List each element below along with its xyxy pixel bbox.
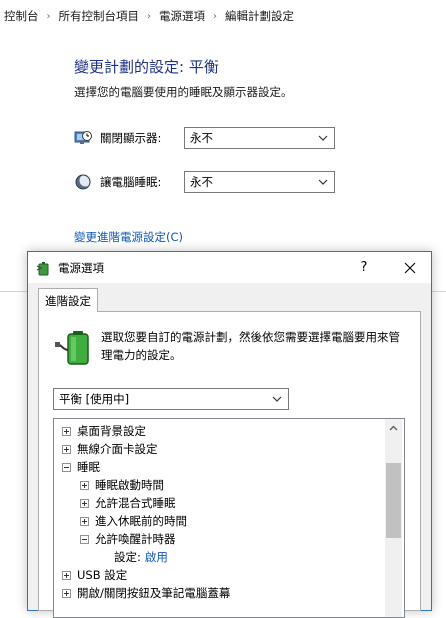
sleep-row: 讓電腦睡眠: 永不 bbox=[74, 171, 335, 193]
expand-plus-icon[interactable] bbox=[62, 570, 71, 580]
page-subtitle: 選擇您的電腦要使用的睡眠及顯示器設定。 bbox=[74, 85, 293, 99]
expand-plus-icon[interactable] bbox=[80, 516, 89, 526]
display-off-value: 永不 bbox=[190, 131, 213, 145]
setting-value-link[interactable]: 啟用 bbox=[145, 549, 168, 565]
expand-plus-icon[interactable] bbox=[62, 444, 71, 454]
advanced-settings-link[interactable]: 變更進階電源設定(C) bbox=[74, 229, 183, 245]
expand-plus-icon[interactable] bbox=[80, 480, 89, 490]
breadcrumb-separator: › bbox=[46, 10, 51, 22]
tree-item-label: 允許混合式睡眠 bbox=[95, 496, 176, 510]
breadcrumb: 控制台 › 所有控制台項目 › 電源選項 › 編輯計劃設定 bbox=[0, 0, 446, 32]
setting-label: 設定: bbox=[114, 550, 141, 564]
breadcrumb-item-control-panel[interactable]: 控制台 bbox=[4, 8, 39, 24]
chevron-down-icon bbox=[318, 135, 328, 141]
tree-item-hybrid-sleep[interactable]: 允許混合式睡眠 bbox=[80, 494, 176, 512]
expand-plus-icon[interactable] bbox=[62, 588, 71, 598]
tree-item-usb[interactable]: USB 設定 bbox=[62, 566, 127, 584]
close-button[interactable] bbox=[390, 252, 430, 283]
chevron-down-icon bbox=[272, 396, 282, 402]
display-off-label: 關閉顯示器: bbox=[100, 131, 162, 145]
scroll-up-button[interactable] bbox=[385, 419, 402, 436]
page-title: 變更計劃的設定: 平衡 bbox=[74, 58, 219, 76]
power-plan-select[interactable]: 平衡 [使用中] bbox=[53, 388, 289, 410]
collapse-minus-icon[interactable] bbox=[62, 462, 71, 472]
breadcrumb-separator: › bbox=[147, 10, 151, 22]
display-off-row: 關閉顯示器: 永不 bbox=[74, 127, 335, 149]
tree-item-label: 桌面背景設定 bbox=[77, 424, 146, 438]
tree-item-wireless[interactable]: 無線介面卡設定 bbox=[62, 440, 158, 458]
tab-advanced-settings[interactable]: 進階設定 bbox=[38, 288, 98, 312]
power-plan-value: 平衡 [使用中] bbox=[59, 392, 130, 406]
tree-item-power-buttons[interactable]: 開啟/關閉按鈕及筆記電腦蓋幕 bbox=[62, 584, 230, 602]
moon-icon bbox=[75, 174, 92, 190]
dialog-description: 選取您要自訂的電源計劃，然後依您需要選擇電腦要用來管理電力的設定。 bbox=[101, 330, 400, 362]
expand-plus-icon[interactable] bbox=[62, 426, 71, 436]
display-clock-icon bbox=[74, 131, 92, 144]
chevron-down-icon bbox=[318, 179, 328, 185]
tree-item-hibernate-after[interactable]: 進入休眠前的時間 bbox=[80, 512, 187, 530]
battery-plug-icon bbox=[36, 261, 49, 275]
dialog-titlebar[interactable]: 電源選項 ? bbox=[28, 252, 431, 283]
breadcrumb-item-all-items[interactable]: 所有控制台項目 bbox=[59, 8, 140, 24]
tree-item-label: 睡眠 bbox=[77, 460, 100, 474]
breadcrumb-item-power-options[interactable]: 電源選項 bbox=[159, 8, 205, 24]
scrollbar-thumb[interactable] bbox=[386, 463, 401, 538]
tree-item-label: 無線介面卡設定 bbox=[77, 442, 158, 456]
advanced-settings-panel: 選取您要自訂的電源計劃，然後依您需要選擇電腦要用來管理電力的設定。 平衡 [使用… bbox=[38, 311, 421, 618]
sleep-label: 讓電腦睡眠: bbox=[100, 175, 162, 189]
tree-item-sleep[interactable]: 睡眠 bbox=[62, 458, 100, 476]
battery-plug-icon bbox=[55, 331, 89, 365]
tree-item-label: 進入休眠前的時間 bbox=[95, 514, 187, 528]
dialog-title: 電源選項 bbox=[58, 260, 104, 275]
tree-item-desktop-background[interactable]: 桌面背景設定 bbox=[62, 422, 146, 440]
tree-item-label: 允許喚醒計時器 bbox=[95, 532, 176, 546]
breadcrumb-item-edit-plan[interactable]: 編輯計劃設定 bbox=[225, 8, 294, 24]
expand-plus-icon[interactable] bbox=[80, 498, 89, 508]
collapse-minus-icon[interactable] bbox=[80, 534, 89, 544]
display-off-select[interactable]: 永不 bbox=[184, 127, 335, 149]
settings-tree[interactable]: 桌面背景設定 無線介面卡設定 睡眠 睡眠啟動時間 允許混合式睡眠 進入休眠前的時… bbox=[53, 418, 405, 618]
scroll-up-icon bbox=[389, 425, 398, 430]
close-icon bbox=[404, 262, 416, 273]
tree-item-sleep-after[interactable]: 睡眠啟動時間 bbox=[80, 476, 164, 494]
tree-item-wake-timers-setting[interactable]: 設定: 啟用 bbox=[114, 548, 168, 566]
tree-item-label: 開啟/關閉按鈕及筆記電腦蓋幕 bbox=[77, 586, 231, 600]
tree-item-label: USB 設定 bbox=[77, 568, 128, 582]
power-options-dialog: 電源選項 ? 進階設定 選取您要自訂的電源計劃，然後依您需要選擇電腦要用來管理電… bbox=[27, 251, 432, 618]
tree-item-wake-timers[interactable]: 允許喚醒計時器 bbox=[80, 530, 176, 548]
sleep-value: 永不 bbox=[190, 175, 213, 189]
tree-item-label: 睡眠啟動時間 bbox=[95, 478, 164, 492]
sleep-select[interactable]: 永不 bbox=[184, 171, 335, 193]
breadcrumb-separator: › bbox=[213, 10, 217, 22]
help-button[interactable]: ? bbox=[346, 252, 382, 283]
tree-scrollbar[interactable] bbox=[385, 419, 402, 617]
